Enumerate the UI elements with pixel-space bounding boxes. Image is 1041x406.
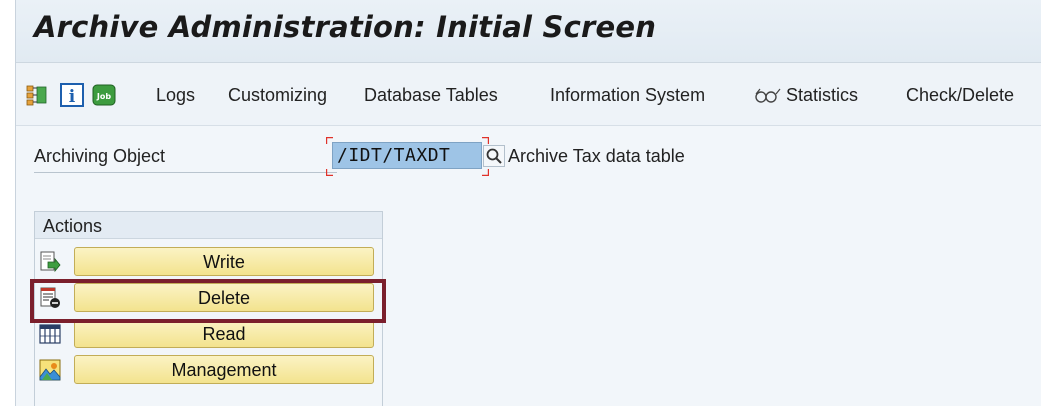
actions-group: Actions Write Delete Read Management bbox=[34, 211, 383, 406]
read-button-label: Read bbox=[202, 324, 246, 344]
actions-title: Actions bbox=[43, 216, 103, 236]
delete-button-label: Delete bbox=[197, 288, 251, 308]
application-toolbar: i Job Logs Customizing Database Tables I… bbox=[16, 63, 1041, 126]
label-underline bbox=[34, 172, 337, 173]
write-button-label: Write bbox=[203, 252, 245, 272]
title-bar: Archive Administration: Initial Screen bbox=[16, 0, 1041, 63]
logs-button[interactable]: Logs bbox=[156, 85, 195, 106]
customizing-button[interactable]: Customizing bbox=[228, 85, 327, 106]
read-button[interactable]: Read bbox=[39, 319, 374, 348]
archiving-object-input[interactable]: /IDT/TAXDT bbox=[332, 142, 482, 169]
svg-text:Job: Job bbox=[96, 92, 111, 101]
job-icon[interactable]: Job bbox=[92, 83, 116, 111]
org-structure-icon[interactable] bbox=[26, 84, 48, 110]
focus-marker-top-right bbox=[482, 137, 489, 144]
archiving-object-description: Archive Tax data table bbox=[508, 146, 685, 166]
management-button[interactable]: Management bbox=[39, 355, 374, 384]
management-icon bbox=[39, 359, 61, 381]
focus-marker-top-left bbox=[326, 137, 333, 144]
glasses-icon[interactable] bbox=[754, 87, 788, 109]
search-icon bbox=[486, 148, 502, 164]
svg-text:i: i bbox=[69, 87, 76, 107]
focus-marker-bottom-right bbox=[482, 169, 489, 176]
delete-button[interactable]: Delete bbox=[40, 283, 374, 312]
window-title: Archive Administration: Initial Screen bbox=[34, 10, 657, 44]
statistics-button[interactable]: Statistics bbox=[786, 85, 858, 106]
information-system-button[interactable]: Information System bbox=[550, 85, 705, 106]
main-window: Archive Administration: Initial Screen i bbox=[15, 0, 1041, 406]
delete-icon bbox=[40, 287, 60, 308]
archiving-object-label: Archiving Object bbox=[34, 146, 166, 166]
database-tables-button[interactable]: Database Tables bbox=[364, 85, 498, 106]
value-help-button[interactable] bbox=[483, 145, 505, 167]
write-button[interactable]: Write bbox=[40, 247, 374, 276]
focus-marker-bottom-left bbox=[326, 169, 333, 176]
info-icon[interactable]: i bbox=[60, 83, 84, 111]
management-button-label: Management bbox=[171, 360, 277, 380]
actions-header: Actions bbox=[35, 212, 382, 239]
read-icon bbox=[39, 324, 61, 344]
write-icon bbox=[40, 251, 61, 273]
check-delete-button[interactable]: Check/Delete bbox=[906, 85, 1014, 106]
